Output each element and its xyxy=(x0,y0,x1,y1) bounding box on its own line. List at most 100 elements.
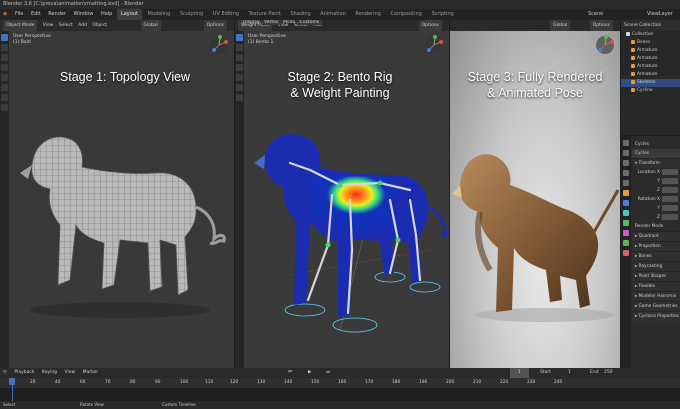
tab-sculpting[interactable]: Sculpting xyxy=(176,9,207,20)
rotate-tool-icon[interactable] xyxy=(1,64,8,71)
start-frame-field[interactable]: 1 xyxy=(568,368,571,378)
tab-compositing[interactable]: Compositing xyxy=(387,9,426,20)
menu-file[interactable]: File xyxy=(12,9,26,20)
move-tool-icon[interactable] xyxy=(1,54,8,61)
navigation-gizmo[interactable] xyxy=(423,34,445,56)
field-value[interactable] xyxy=(662,204,678,211)
menu-help[interactable]: Help xyxy=(98,9,115,20)
scene-tab-icon[interactable] xyxy=(623,180,629,186)
field-value[interactable] xyxy=(662,195,678,202)
menu-playback[interactable]: Playback xyxy=(14,368,34,378)
tab-shading[interactable]: Shading xyxy=(286,9,314,20)
annotate-tool-icon[interactable] xyxy=(236,94,243,101)
grid-icon[interactable] xyxy=(219,93,227,101)
play-icon[interactable]: ▶ xyxy=(308,368,311,378)
tab-layout[interactable]: Layout xyxy=(116,9,142,20)
outliner-item[interactable]: Armature xyxy=(621,63,680,71)
field-value[interactable] xyxy=(662,186,678,193)
modifier-tab-icon[interactable] xyxy=(623,200,629,206)
scale-tool-icon[interactable] xyxy=(1,74,8,81)
timeline-editor-icon[interactable]: ◷ xyxy=(3,368,7,378)
current-frame-field[interactable]: 1 xyxy=(510,368,529,378)
zoom-icon[interactable] xyxy=(219,60,227,68)
measure-tool-icon[interactable] xyxy=(1,104,8,111)
tab-uv-editing[interactable]: UV Editing xyxy=(209,9,243,20)
location-x-field[interactable]: Location X xyxy=(632,168,680,177)
playhead-handle[interactable] xyxy=(9,378,15,385)
menu-view[interactable]: View xyxy=(64,368,75,378)
menu-window[interactable]: Window xyxy=(71,9,97,20)
field-value[interactable] xyxy=(662,213,678,220)
jump-start-icon[interactable]: ⏮ xyxy=(288,368,292,378)
blender-logo-icon[interactable]: ◉ xyxy=(0,9,10,20)
draw-tool-icon[interactable] xyxy=(236,34,243,41)
tab-rendering[interactable]: Rendering xyxy=(351,9,385,20)
camera-icon[interactable] xyxy=(219,82,227,90)
menu-add[interactable]: Add xyxy=(78,20,87,31)
menu-render[interactable]: Render xyxy=(45,9,69,20)
section-cyclosis-properties[interactable]: ▸ Cyclosis Properties xyxy=(632,311,680,321)
annotate-tool-icon[interactable] xyxy=(1,94,8,101)
constraints-tab-icon[interactable] xyxy=(623,230,629,236)
select-tool-icon[interactable] xyxy=(1,34,8,41)
outliner-item[interactable]: Armature xyxy=(621,47,680,55)
menu-select[interactable]: Select xyxy=(59,20,73,31)
menu-marker[interactable]: Marker xyxy=(83,368,99,378)
material-tab-icon[interactable] xyxy=(623,250,629,256)
rotation-x-field[interactable]: Rotation X xyxy=(632,195,680,204)
section-transform[interactable]: ▾ Transform xyxy=(632,158,680,168)
data-tab-icon[interactable] xyxy=(623,240,629,246)
transform-tool-icon[interactable] xyxy=(1,84,8,91)
tab-animation[interactable]: Animation xyxy=(316,9,350,20)
smear-tool-icon[interactable] xyxy=(236,64,243,71)
viewport-weight-paint[interactable]: Weight Paint View Select Add Options Dis… xyxy=(235,20,449,368)
outliner-item[interactable]: Bones xyxy=(621,39,680,47)
end-frame-field[interactable]: 250 xyxy=(604,368,613,378)
section-point-shapes[interactable]: ▸ Point Shapes xyxy=(632,271,680,281)
outliner-item[interactable]: Cycline xyxy=(621,87,680,95)
physics-tab-icon[interactable] xyxy=(623,220,629,226)
menu-object[interactable]: Object xyxy=(92,20,107,31)
location-y-field[interactable]: Y xyxy=(632,177,680,186)
tab-modeling[interactable]: Modeling xyxy=(144,9,175,20)
navigation-gizmo[interactable] xyxy=(208,34,230,56)
timeline-ruler[interactable]: 1 20 40 60 70 80 90 100 110 120 130 140 … xyxy=(0,378,680,388)
navigation-gizmo[interactable] xyxy=(594,34,616,56)
object-name-field[interactable]: Cycles xyxy=(632,140,680,149)
tab-scripting[interactable]: Scripting xyxy=(427,9,457,20)
viewport-topology[interactable]: Object Mode View Select Add Object Globa… xyxy=(0,20,234,368)
options-dropdown[interactable]: Options xyxy=(203,20,227,31)
outliner-item[interactable]: Armature xyxy=(621,55,680,63)
outliner-item-selected[interactable]: Skeleton xyxy=(621,79,680,87)
outliner-item-collection[interactable]: Collection xyxy=(621,31,680,39)
sample-tool-icon[interactable] xyxy=(236,84,243,91)
menu-keying[interactable]: Keying xyxy=(42,368,57,378)
section-bones[interactable]: ▸ Bones xyxy=(632,251,680,261)
section-game-geometries[interactable]: ▸ Game Geometries xyxy=(632,301,680,311)
options-dropdown[interactable]: Options xyxy=(589,20,613,31)
mode-dropdown[interactable]: Object Mode xyxy=(3,20,38,31)
render-mode-field[interactable]: Render Mode xyxy=(632,222,680,231)
tab-texture-paint[interactable]: Texture Paint xyxy=(245,9,285,20)
view-layer-tab-icon[interactable] xyxy=(623,170,629,176)
render-tab-icon[interactable] xyxy=(623,150,629,156)
transform-orientation-dropdown[interactable]: Global xyxy=(550,20,571,31)
scene-selector[interactable]: Scene xyxy=(585,9,606,20)
section-flexible[interactable]: ▸ Flexible xyxy=(632,281,680,291)
options-dropdown[interactable]: Options xyxy=(418,20,442,31)
menu-view[interactable]: View xyxy=(43,20,54,31)
cursor-tool-icon[interactable] xyxy=(1,44,8,51)
object-tab-icon[interactable] xyxy=(623,190,629,196)
gradient-tool-icon[interactable] xyxy=(236,74,243,81)
paint-mode-dropdown[interactable]: Customs xyxy=(296,20,323,25)
object-subname-field[interactable]: Cycles xyxy=(632,149,680,158)
jump-end-icon[interactable]: ⏭ xyxy=(326,368,330,378)
field-value[interactable] xyxy=(662,177,678,184)
section-proportion[interactable]: ▸ Proportion xyxy=(632,241,680,251)
menu-edit[interactable]: Edit xyxy=(28,9,44,20)
tool-tab-icon[interactable] xyxy=(623,140,629,146)
section-quadrant[interactable]: ▸ Quadrant xyxy=(632,231,680,241)
viewport-rendered[interactable]: Global Options Stage 3: Fully Rendered &… xyxy=(450,20,620,368)
average-tool-icon[interactable] xyxy=(236,54,243,61)
outliner-item[interactable]: Armature xyxy=(621,71,680,79)
